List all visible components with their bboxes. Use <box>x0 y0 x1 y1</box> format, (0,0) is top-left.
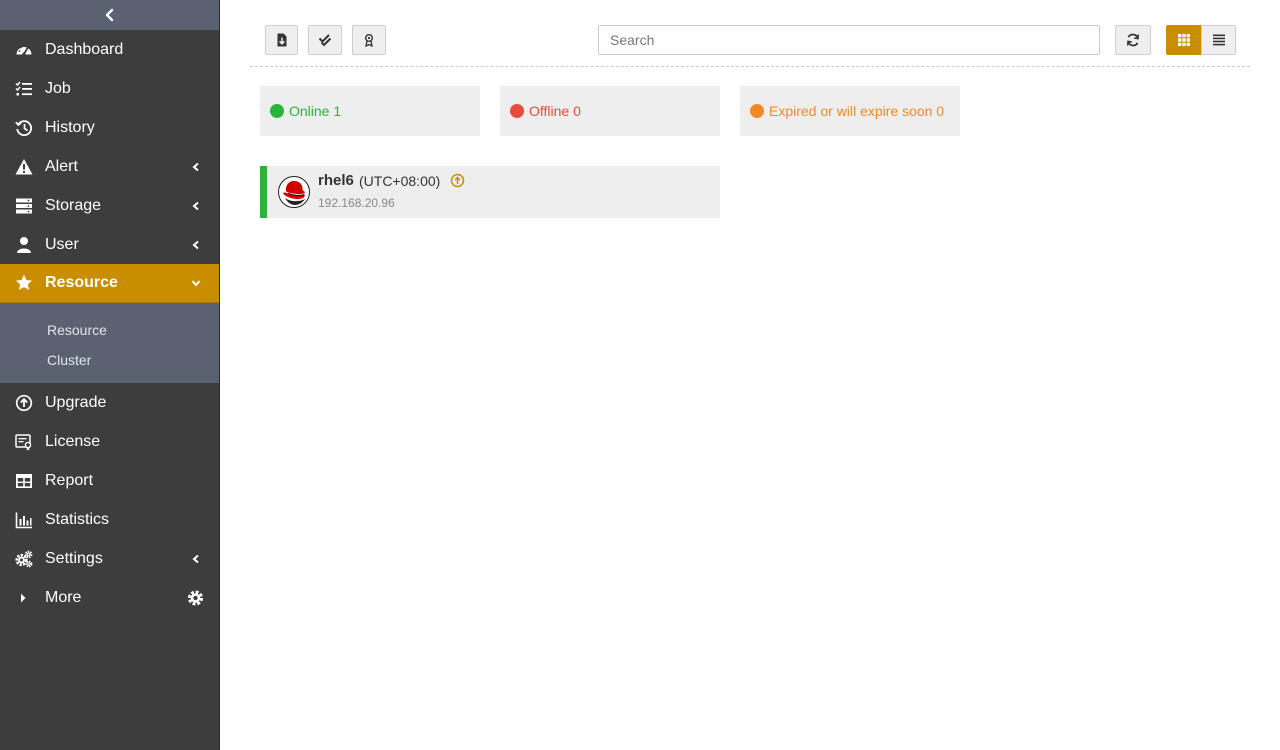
sidebar-item-statistics[interactable]: Statistics <box>0 500 219 539</box>
gear-icon[interactable] <box>187 589 204 606</box>
upgrade-icon <box>14 393 34 413</box>
sidebar-item-label: Report <box>45 471 94 489</box>
resource-name: rhel6 <box>318 172 354 189</box>
expired-status-card[interactable]: Expired or will expire soon 0 <box>740 86 960 136</box>
sidebar-item-dashboard[interactable]: Dashboard <box>0 30 219 69</box>
refresh-button[interactable] <box>1115 25 1151 55</box>
chevron-left-icon <box>191 240 201 250</box>
license-badge-icon <box>365 34 373 47</box>
chevron-left-icon <box>191 554 201 564</box>
sidebar-item-label: Dashboard <box>45 40 124 58</box>
resource-ip: 192.168.20.96 <box>318 196 395 210</box>
license-icon <box>14 432 34 452</box>
resource-card[interactable]: rhel6 (UTC+08:00) 192.168.20.96 <box>260 166 720 218</box>
sidebar-item-label: Settings <box>45 549 103 567</box>
dashboard-icon <box>14 40 34 60</box>
sidebar-item-report[interactable]: Report <box>0 461 219 500</box>
list-view-button[interactable] <box>1201 25 1236 55</box>
redhat-logo-icon <box>278 176 310 208</box>
import-icon <box>277 33 286 47</box>
resource-timezone: (UTC+08:00) <box>359 173 441 189</box>
sidebar-item-user[interactable]: User <box>0 225 219 264</box>
online-status-card[interactable]: Online 1 <box>260 86 480 136</box>
sidebar-item-upgrade[interactable]: Upgrade <box>0 383 219 422</box>
grid-view-icon <box>1177 34 1190 46</box>
list-view-icon <box>1212 34 1225 46</box>
chevron-left-icon <box>191 201 201 211</box>
alert-icon <box>14 157 34 177</box>
history-icon <box>14 118 34 138</box>
sidebar-item-alert[interactable]: Alert <box>0 147 219 186</box>
toolbar <box>250 25 1250 67</box>
sidebar-item-label: License <box>45 432 101 450</box>
sidebar-item-more[interactable]: More <box>0 578 219 617</box>
sidebar-item-label: More <box>45 588 82 606</box>
sidebar-item-label: Storage <box>45 196 102 214</box>
star-icon <box>14 273 34 293</box>
sidebar-collapse-button[interactable] <box>0 0 219 30</box>
sidebar-item-label: Alert <box>45 157 78 175</box>
statistics-icon <box>14 510 34 530</box>
refresh-icon <box>1126 33 1140 47</box>
submenu-item-resource[interactable]: Resource <box>0 315 219 345</box>
report-icon <box>14 471 34 491</box>
sidebar-item-storage[interactable]: Storage <box>0 186 219 225</box>
main-content: Online 1 Offline 0 Expired or will expir… <box>220 0 1280 750</box>
submenu-item-cluster[interactable]: Cluster <box>0 345 219 375</box>
sidebar-item-label: Resource <box>45 274 118 291</box>
online-dot-icon <box>270 104 284 118</box>
search-input[interactable] <box>598 25 1100 55</box>
offline-count: Offline 0 <box>529 103 581 119</box>
settings-icon <box>14 549 34 569</box>
chevron-down-icon <box>191 278 201 288</box>
grid-view-button[interactable] <box>1166 25 1201 55</box>
license-badge-button[interactable] <box>352 25 386 55</box>
check-all-button[interactable] <box>308 25 342 55</box>
offline-dot-icon <box>510 104 524 118</box>
sidebar-item-label: Statistics <box>45 510 110 528</box>
online-count: Online 1 <box>289 103 342 119</box>
sidebar: Dashboard Job History Alert Storage User <box>0 0 220 750</box>
chevron-left-icon <box>105 8 113 22</box>
sidebar-item-license[interactable]: License <box>0 422 219 461</box>
expired-dot-icon <box>750 104 764 118</box>
sidebar-item-job[interactable]: Job <box>0 69 219 108</box>
sidebar-item-label: History <box>45 118 95 136</box>
job-list-icon <box>14 79 34 99</box>
check-all-icon <box>318 34 332 47</box>
resource-submenu: Resource Cluster <box>0 303 219 383</box>
sidebar-item-settings[interactable]: Settings <box>0 539 219 578</box>
import-button[interactable] <box>265 25 298 55</box>
upgrade-available-icon[interactable] <box>450 173 465 188</box>
storage-icon <box>14 196 34 216</box>
offline-status-card[interactable]: Offline 0 <box>500 86 720 136</box>
caret-right-icon <box>14 588 34 608</box>
user-icon <box>14 235 34 255</box>
sidebar-item-label: User <box>45 235 79 253</box>
sidebar-item-history[interactable]: History <box>0 108 219 147</box>
sidebar-item-label: Upgrade <box>45 393 107 411</box>
sidebar-item-resource[interactable]: Resource <box>0 264 219 303</box>
expired-count: Expired or will expire soon 0 <box>769 103 945 119</box>
chevron-left-icon <box>191 162 201 172</box>
sidebar-item-label: Job <box>45 79 71 97</box>
